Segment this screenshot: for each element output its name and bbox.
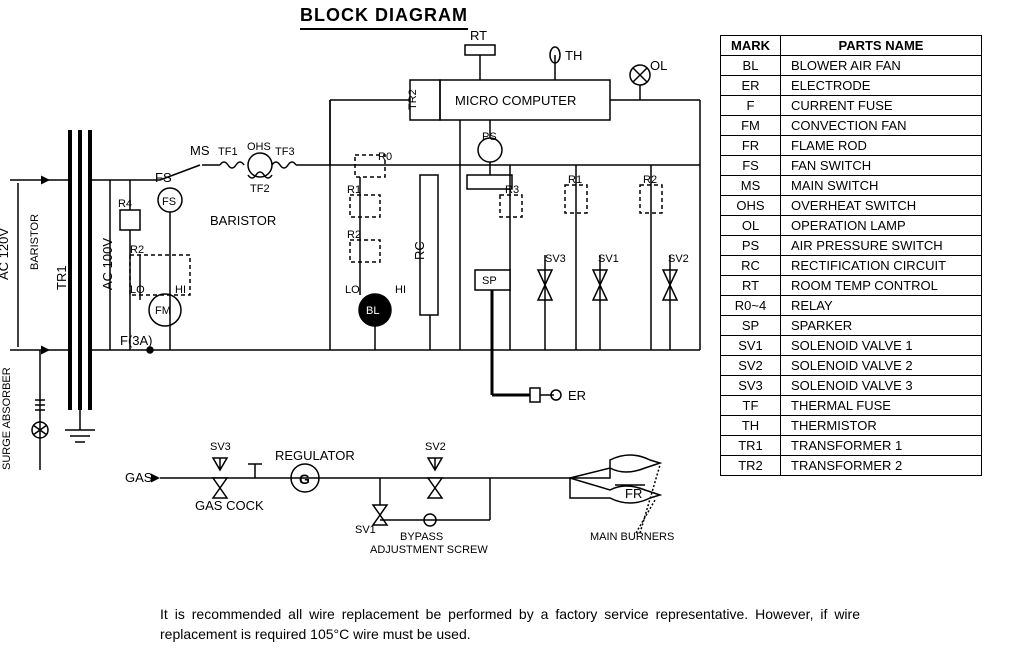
svg-text:TF3: TF3 [275, 146, 295, 158]
svg-text:ADJUSTMENT SCREW: ADJUSTMENT SCREW [370, 544, 488, 556]
svg-text:F(3A): F(3A) [120, 333, 153, 348]
svg-text:OHS: OHS [247, 141, 271, 153]
svg-text:RC: RC [412, 241, 427, 260]
table-row: RTROOM TEMP CONTROL [721, 276, 982, 296]
table-row: FCURRENT FUSE [721, 96, 982, 116]
svg-text:MAIN BURNERS: MAIN BURNERS [590, 531, 674, 543]
table-row: OHSOVERHEAT SWITCH [721, 196, 982, 216]
svg-text:MS: MS [190, 143, 210, 158]
svg-text:MICRO COMPUTER: MICRO COMPUTER [455, 93, 576, 108]
svg-text:OL: OL [650, 58, 667, 73]
svg-text:R1: R1 [347, 184, 361, 196]
svg-text:RT: RT [470, 28, 487, 43]
svg-text:FS: FS [155, 170, 172, 185]
table-row: SPSPARKER [721, 316, 982, 336]
table-row: FSFAN SWITCH [721, 156, 982, 176]
svg-text:R0: R0 [378, 151, 392, 163]
table-row: PSAIR PRESSURE SWITCH [721, 236, 982, 256]
table-row: TR2TRANSFORMER 2 [721, 456, 982, 476]
table-row: FRFLAME ROD [721, 136, 982, 156]
svg-text:R2: R2 [130, 244, 144, 256]
table-row: R0~4RELAY [721, 296, 982, 316]
svg-text:SV1: SV1 [355, 524, 376, 536]
svg-text:R4: R4 [118, 198, 132, 210]
table-row: RCRECTIFICATION CIRCUIT [721, 256, 982, 276]
svg-text:TH: TH [565, 48, 582, 63]
parts-header-name: PARTS NAME [781, 36, 982, 56]
svg-text:SURGE ABSORBER: SURGE ABSORBER [1, 367, 13, 470]
table-row: SV2SOLENOID VALVE 2 [721, 356, 982, 376]
svg-text:AC 120V: AC 120V [0, 228, 11, 280]
table-row: BLBLOWER AIR FAN [721, 56, 982, 76]
svg-text:HI: HI [175, 284, 186, 296]
parts-table: MARK PARTS NAME BLBLOWER AIR FANERELECTR… [720, 35, 982, 476]
table-row: SV1SOLENOID VALVE 1 [721, 336, 982, 356]
table-row: TR1TRANSFORMER 1 [721, 436, 982, 456]
table-row: SV3SOLENOID VALVE 3 [721, 376, 982, 396]
svg-text:SV3: SV3 [210, 441, 231, 453]
svg-text:SV1: SV1 [598, 253, 619, 265]
svg-text:TR1: TR1 [54, 265, 69, 290]
svg-text:R2: R2 [347, 229, 361, 241]
svg-text:FS: FS [162, 196, 176, 208]
table-row: OLOPERATION LAMP [721, 216, 982, 236]
table-row: MSMAIN SWITCH [721, 176, 982, 196]
table-row: THTHERMISTOR [721, 416, 982, 436]
svg-text:LO: LO [345, 284, 360, 296]
svg-text:FM: FM [155, 305, 171, 317]
svg-text:SV3: SV3 [545, 253, 566, 265]
svg-text:FR: FR [625, 486, 642, 501]
svg-text:G: G [299, 471, 310, 487]
svg-text:TF2: TF2 [250, 183, 270, 195]
svg-text:R1: R1 [568, 174, 582, 186]
svg-text:GAS COCK: GAS COCK [195, 498, 264, 513]
svg-text:SV2: SV2 [425, 441, 446, 453]
svg-text:REGULATOR: REGULATOR [275, 448, 355, 463]
svg-text:R3: R3 [505, 184, 519, 196]
svg-text:R2: R2 [643, 174, 657, 186]
table-row: ERELECTRODE [721, 76, 982, 96]
svg-text:HI: HI [395, 284, 406, 296]
svg-text:BARISTOR: BARISTOR [29, 214, 41, 270]
svg-text:BYPASS: BYPASS [400, 531, 443, 543]
svg-text:LO: LO [130, 284, 145, 296]
parts-header-mark: MARK [721, 36, 781, 56]
table-row: FMCONVECTION FAN [721, 116, 982, 136]
svg-text:GAS: GAS [125, 470, 153, 485]
svg-text:SV2: SV2 [668, 253, 689, 265]
svg-text:BARISTOR: BARISTOR [210, 213, 276, 228]
svg-text:AC 100V: AC 100V [100, 238, 115, 290]
svg-text:ER: ER [568, 388, 586, 403]
footer-note: It is recommended all wire replacement b… [160, 605, 860, 644]
schematic-diagram: AC 120V TR1 BARISTOR AC 100V SURGE ABSOR… [0, 0, 720, 600]
svg-text:SP: SP [482, 275, 497, 287]
svg-text:BL: BL [366, 305, 379, 317]
table-row: TFTHERMAL FUSE [721, 396, 982, 416]
svg-text:TF1: TF1 [218, 146, 238, 158]
